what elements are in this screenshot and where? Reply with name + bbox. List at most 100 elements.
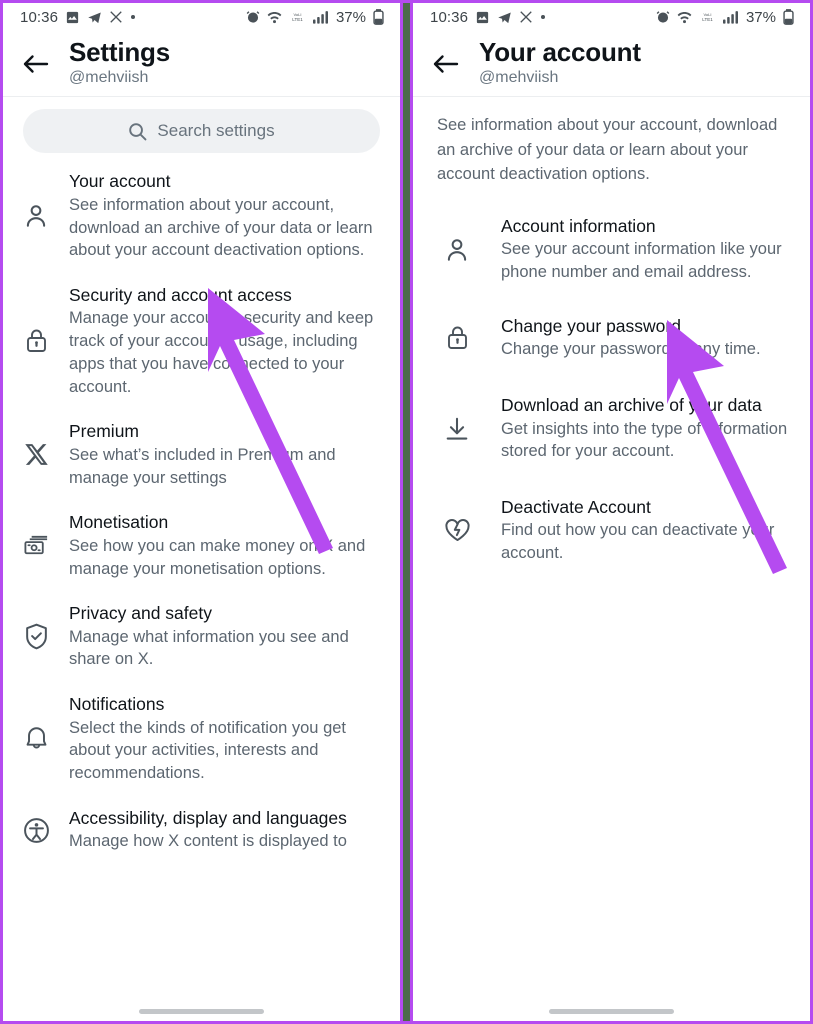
row-title: Security and account access [69, 285, 292, 306]
search-input[interactable]: Search settings [23, 109, 380, 154]
row-description: Get insights into the type of informatio… [501, 419, 788, 461]
row-text: Deactivate Account Find out how you can … [501, 496, 792, 565]
home-bar[interactable] [139, 1009, 264, 1014]
app-header-right: Your account @mehviish [413, 34, 810, 98]
page-title: Settings [69, 37, 170, 67]
alarm-icon [246, 11, 260, 23]
row-text: Monetisation See how you can make money … [69, 511, 382, 580]
row-description: Manage how X content is displayed to [69, 832, 347, 851]
arrow-left-icon [23, 55, 49, 73]
settings-row-accessibility-display-and-languages[interactable]: Accessibility, display and languages Man… [3, 796, 400, 864]
search-placeholder: Search settings [157, 121, 275, 141]
settings-row-security-and-account-access[interactable]: Security and account access Manage your … [3, 273, 400, 409]
lock-icon [413, 325, 501, 351]
row-description: Change your password at any time. [501, 340, 761, 359]
row-text: Accessibility, display and languages Man… [69, 807, 382, 853]
row-title: Privacy and safety [69, 603, 212, 624]
row-description: See how you can make money on X and mana… [69, 536, 366, 578]
dot-icon [131, 15, 136, 19]
settings-row-download-an-archive-of-your-data[interactable]: Download an archive of your data Get ins… [413, 372, 810, 474]
screenshot-root: 10:36 VoLI LTE1 37% Settings @mehviish S… [0, 0, 813, 1024]
settings-row-monetisation[interactable]: Monetisation See how you can make money … [3, 500, 400, 591]
back-button[interactable] [413, 49, 479, 75]
wifi-icon [677, 12, 692, 24]
header-titles: Settings @mehviish [69, 38, 170, 86]
settings-list: Your account See information about your … [3, 153, 400, 864]
search-area: Search settings [3, 97, 400, 154]
back-button[interactable] [3, 49, 69, 75]
row-title: Notifications [69, 694, 165, 715]
image-icon [476, 11, 489, 23]
page-subtitle-handle: @mehviish [69, 69, 149, 87]
account-settings-list: Account information See your account inf… [413, 186, 810, 576]
row-text: Change your password Change your passwor… [501, 315, 792, 361]
battery-icon [783, 9, 794, 25]
battery-icon [373, 9, 384, 25]
settings-row-privacy-and-safety[interactable]: Privacy and safety Manage what informati… [3, 591, 400, 682]
svg-text:VoLI: VoLI [703, 12, 711, 17]
home-indicator-left [3, 1009, 400, 1014]
battery-percent-label: 37% [335, 8, 366, 26]
status-bar: 10:36 VoLI LTE1 37% [413, 0, 810, 34]
row-text: Notifications Select the kinds of notifi… [69, 693, 382, 785]
settings-row-your-account[interactable]: Your account See information about your … [3, 159, 400, 273]
settings-row-account-information[interactable]: Account information See your account inf… [413, 204, 810, 295]
alarm-icon [656, 11, 670, 23]
status-bar-right: VoLI LTE1 37% [246, 9, 384, 26]
shield-check-icon [3, 623, 69, 650]
telegram-icon [498, 12, 511, 23]
broken-heart-icon [413, 518, 501, 543]
home-bar[interactable] [549, 1009, 674, 1014]
telegram-icon [88, 12, 101, 23]
status-bar-left: 10:36 [430, 9, 546, 26]
row-description: See your account information like your p… [501, 240, 782, 282]
row-description: Manage your account’s security and keep … [69, 309, 374, 396]
svg-text:LTE1: LTE1 [292, 17, 303, 22]
x-logo-icon [3, 442, 69, 467]
row-description: Find out how you can deactivate your acc… [501, 521, 775, 563]
image-icon [66, 11, 79, 23]
row-text: Your account See information about your … [69, 170, 382, 262]
row-description: Select the kinds of notification you get… [69, 718, 347, 783]
row-text: Security and account access Manage your … [69, 284, 382, 398]
bell-icon [3, 726, 69, 753]
home-indicator-right [413, 1009, 810, 1014]
battery-percent-label: 37% [745, 8, 776, 26]
settings-row-deactivate-account[interactable]: Deactivate Account Find out how you can … [413, 474, 810, 576]
x-icon [520, 11, 532, 23]
settings-row-notifications[interactable]: Notifications Select the kinds of notifi… [3, 682, 400, 796]
money-icon [3, 534, 69, 558]
row-title: Your account [69, 171, 171, 192]
status-bar-right: VoLI LTE1 37% [656, 9, 794, 26]
arrow-left-icon [433, 55, 459, 73]
header-titles: Your account @mehviish [479, 38, 641, 86]
row-title: Change your password [501, 316, 681, 337]
app-header-left: Settings @mehviish [3, 34, 400, 98]
person-icon [413, 237, 501, 263]
page-title: Your account [479, 37, 641, 67]
settings-screen-panel: 10:36 VoLI LTE1 37% Settings @mehviish S… [0, 0, 403, 1024]
page-subtitle-handle: @mehviish [479, 69, 559, 87]
signal-icon [312, 11, 328, 24]
row-title: Accessibility, display and languages [69, 807, 347, 828]
lock-icon [3, 328, 69, 354]
download-icon [413, 416, 501, 442]
row-title: Monetisation [69, 512, 169, 533]
row-description: Manage what information you see and shar… [69, 627, 349, 669]
svg-text:LTE1: LTE1 [702, 17, 713, 22]
row-description: See information about your account, down… [69, 195, 373, 260]
row-title: Deactivate Account [501, 497, 651, 518]
settings-row-change-your-password[interactable]: Change your password Change your passwor… [413, 295, 810, 372]
status-bar-left: 10:36 [20, 9, 136, 26]
row-title: Premium [69, 421, 140, 442]
settings-row-premium[interactable]: Premium See what’s included in Premium a… [3, 409, 400, 500]
volte-icon: VoLILTE1 [292, 12, 303, 22]
row-description: See what’s included in Premium and manag… [69, 445, 336, 487]
dot-icon [541, 15, 546, 19]
signal-icon [722, 11, 738, 24]
accessibility-icon [3, 817, 69, 844]
person-icon [3, 203, 69, 229]
wifi-icon [267, 12, 282, 24]
panel-divider [403, 0, 410, 1024]
row-text: Account information See your account inf… [501, 215, 792, 284]
